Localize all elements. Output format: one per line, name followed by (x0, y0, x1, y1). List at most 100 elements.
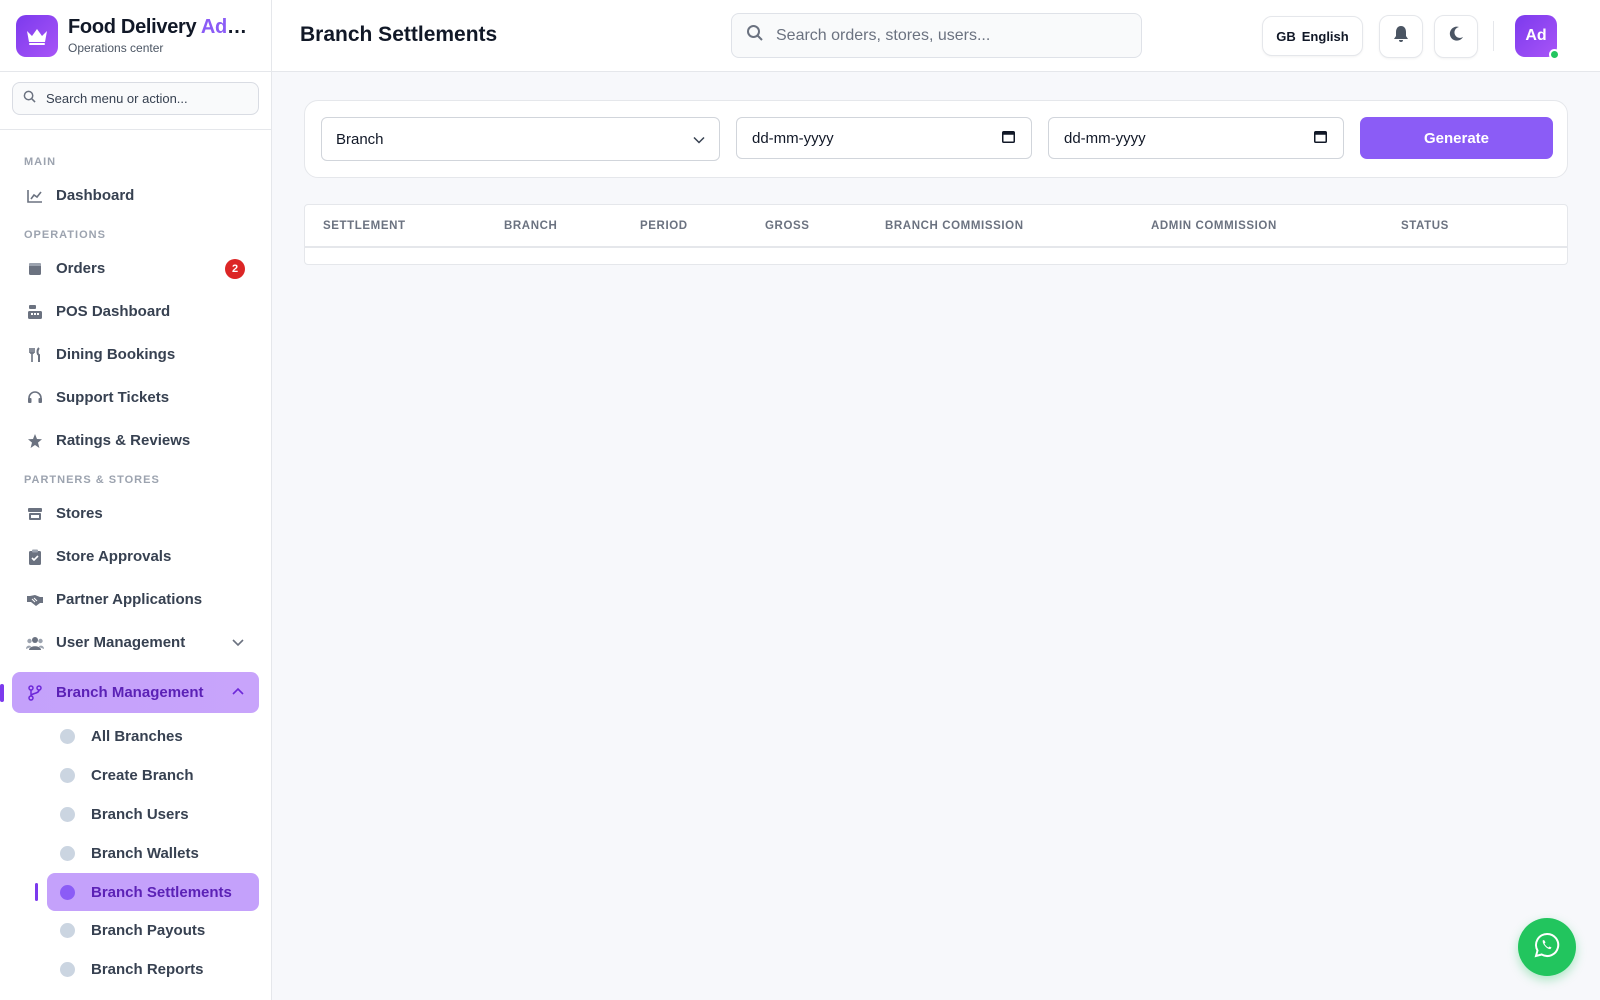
sidebar-item-user-management[interactable]: User Management (0, 621, 271, 664)
date-from-input[interactable]: dd-mm-yyyy (736, 117, 1032, 159)
crown-icon (16, 14, 58, 57)
filter-card: Branch dd-mm-yyyy dd-mm-yyyy Generate (304, 100, 1568, 178)
subitem-label: Branch Reports (91, 961, 204, 978)
language-code: GB (1276, 28, 1296, 44)
bullet-icon (60, 846, 75, 861)
subitem-label: Branch Payouts (91, 922, 206, 939)
page-title: Branch Settlements (300, 23, 498, 46)
notifications-button[interactable] (1379, 15, 1423, 58)
table-header: SETTLEMENT BRANCH PERIOD GROSS BRANCH CO… (305, 205, 1567, 248)
settlements-table: SETTLEMENT BRANCH PERIOD GROSS BRANCH CO… (304, 204, 1568, 265)
header-divider (1493, 21, 1494, 51)
column-header-branch[interactable]: BRANCH (504, 220, 557, 232)
subitem-label: Branch Wallets (91, 845, 199, 862)
sidebar-item-label: POS Dashboard (56, 303, 171, 320)
sidebar-item-orders[interactable]: Orders 2 (0, 247, 271, 290)
sidebar-item-store-approvals[interactable]: Store Approvals (0, 535, 271, 578)
sidebar-subitem-branch-wallets[interactable]: Branch Wallets (0, 834, 271, 873)
handshake-icon (26, 591, 44, 609)
avatar-initials: Ad (1525, 27, 1547, 44)
top-header: Branch Settlements GB English Ad (272, 0, 1600, 72)
star-icon (26, 432, 44, 450)
sidebar-item-label: Support Tickets (56, 389, 170, 406)
orders-count-badge: 2 (225, 258, 245, 279)
calendar-icon[interactable] (1314, 130, 1327, 147)
column-header-status[interactable]: STATUS (1401, 220, 1449, 232)
bullet-icon (60, 729, 75, 744)
subitem-label: All Branches (91, 728, 183, 745)
global-search-box[interactable] (731, 13, 1142, 58)
generate-button[interactable]: Generate (1360, 117, 1553, 159)
sidebar-item-label: Dining Bookings (56, 346, 176, 363)
cash-register-icon (26, 303, 44, 321)
code-branch-icon (26, 684, 44, 702)
theme-toggle-button[interactable] (1434, 15, 1478, 58)
headset-icon (26, 389, 44, 407)
branch-select-value: Branch (336, 130, 384, 148)
chevron-down-icon (231, 634, 245, 651)
column-header-settlement[interactable]: SETTLEMENT (323, 220, 406, 232)
subitem-label: Branch Users (91, 806, 189, 823)
sidebar-item-branch-management[interactable]: Branch Management (12, 672, 259, 713)
sidebar-item-partner-applications[interactable]: Partner Applications (0, 578, 271, 621)
avatar[interactable]: Ad (1515, 15, 1560, 60)
date-to-input[interactable]: dd-mm-yyyy (1048, 117, 1344, 159)
sidebar-item-label: Ratings & Reviews (56, 432, 191, 449)
chevron-up-icon (231, 684, 245, 701)
sidebar-item-pos-dashboard[interactable]: POS Dashboard (0, 290, 271, 333)
sidebar-subitem-create-branch[interactable]: Create Branch (0, 756, 271, 795)
sidebar-item-ratings-reviews[interactable]: Ratings & Reviews (0, 419, 271, 462)
menu-search-box[interactable] (12, 82, 259, 115)
active-indicator (35, 883, 38, 901)
language-label: English (1301, 28, 1349, 44)
bell-icon (1393, 25, 1409, 48)
bullet-icon (60, 807, 75, 822)
date-to-value: dd-mm-yyyy (1064, 129, 1146, 147)
branch-select[interactable]: Branch (321, 117, 720, 161)
sidebar-item-label: Branch Management (56, 684, 204, 701)
language-switcher[interactable]: GB English (1262, 16, 1363, 56)
column-header-branch-commission[interactable]: BRANCH COMMISSION (885, 220, 1024, 232)
chart-line-icon (26, 187, 44, 205)
bullet-icon (60, 962, 75, 977)
sidebar-item-label: Dashboard (56, 187, 135, 204)
sidebar-item-stores[interactable]: Stores (0, 492, 271, 535)
column-header-admin-commission[interactable]: ADMIN COMMISSION (1151, 220, 1277, 232)
sidebar-item-support-tickets[interactable]: Support Tickets (0, 376, 271, 419)
section-label-partners: PARTNERS & STORES (24, 474, 160, 486)
clipboard-check-icon (26, 548, 44, 566)
section-label-operations: OPERATIONS (24, 229, 106, 241)
sidebar: Food Delivery Admin Operations center MA… (0, 0, 272, 1000)
brand-title: Food Delivery Admin (68, 16, 248, 38)
sidebar-subitem-all-branches[interactable]: All Branches (0, 717, 271, 756)
menu-search-input[interactable] (46, 91, 236, 106)
column-header-gross[interactable]: GROSS (765, 220, 810, 232)
subitem-label: Create Branch (91, 767, 194, 784)
sidebar-subitem-branch-users[interactable]: Branch Users (0, 795, 271, 834)
users-icon (26, 634, 44, 652)
sidebar-item-dining-bookings[interactable]: Dining Bookings (0, 333, 271, 376)
date-from-value: dd-mm-yyyy (752, 129, 834, 147)
calendar-icon[interactable] (1002, 130, 1015, 147)
sidebar-item-dashboard[interactable]: Dashboard (0, 174, 271, 217)
utensils-icon (26, 346, 44, 364)
bullet-icon (60, 884, 75, 900)
search-icon (746, 24, 764, 47)
whatsapp-chat-button[interactable] (1518, 918, 1576, 976)
column-header-period[interactable]: PERIOD (640, 220, 688, 232)
sidebar-subitem-branch-settlements[interactable]: Branch Settlements (35, 873, 259, 911)
sidebar-subitem-branch-reports[interactable]: Branch Reports (0, 950, 271, 989)
sidebar-subitem-branch-payouts[interactable]: Branch Payouts (0, 911, 271, 950)
bullet-icon (60, 768, 75, 783)
global-search-input[interactable] (776, 26, 1116, 45)
sidebar-item-label: Stores (56, 505, 103, 522)
subitem-label: Branch Settlements (91, 883, 232, 901)
chevron-down-icon (693, 131, 705, 148)
brand-subtitle: Operations center (68, 41, 164, 55)
sidebar-item-label: Store Approvals (56, 548, 172, 565)
sidebar-item-label: Orders (56, 260, 106, 277)
online-status-dot (1549, 49, 1560, 60)
section-label-main: MAIN (24, 156, 57, 168)
sidebar-item-label: User Management (56, 634, 186, 651)
whatsapp-icon (1534, 932, 1560, 963)
